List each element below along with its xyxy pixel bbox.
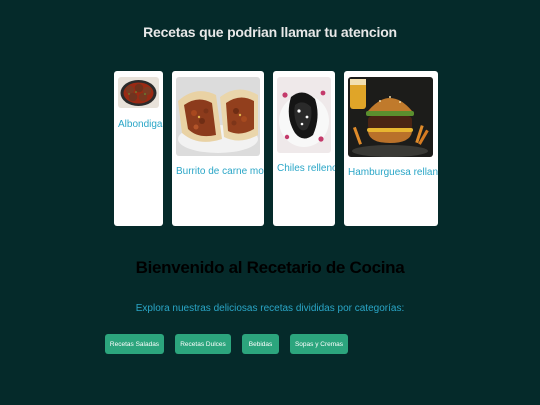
category-button-saladas[interactable]: Recetas Saladas xyxy=(105,334,164,354)
welcome-subtitle: Explora nuestras deliciosas recetas divi… xyxy=(135,303,405,314)
chiles-rellenos-photo[interactable] xyxy=(277,77,331,153)
burrito-photo[interactable] xyxy=(176,77,260,156)
meatballs-photo[interactable] xyxy=(118,77,159,108)
recipe-card-burrito[interactable]: Burrito de carne molida xyxy=(172,71,264,226)
category-button-bebidas[interactable]: Bebidas xyxy=(242,334,279,354)
recommended-title: Recetas que podrian llamar tu atencion xyxy=(143,24,397,40)
recipe-name[interactable]: Albondigas xyxy=(118,119,163,130)
welcome-heading: Bienvenido al Recetario de Cocina xyxy=(135,258,405,277)
hamburger-photo[interactable] xyxy=(348,77,433,157)
category-button-dulces[interactable]: Recetas Dulces xyxy=(175,334,231,354)
category-button-sopas[interactable]: Sopas y Cremas xyxy=(290,334,348,354)
recipe-card-chiles-rellenos[interactable]: Chiles rellenos xyxy=(273,71,335,226)
recipe-card-hamburguesa[interactable]: Hamburguesa rellana de xyxy=(344,71,438,226)
recipe-card-albondigas[interactable]: Albondigas xyxy=(114,71,163,226)
recipe-name[interactable]: Burrito de carne molida xyxy=(176,166,264,177)
recipe-name[interactable]: Hamburguesa rellana de xyxy=(348,167,438,178)
recipe-name[interactable]: Chiles rellenos xyxy=(277,163,335,174)
